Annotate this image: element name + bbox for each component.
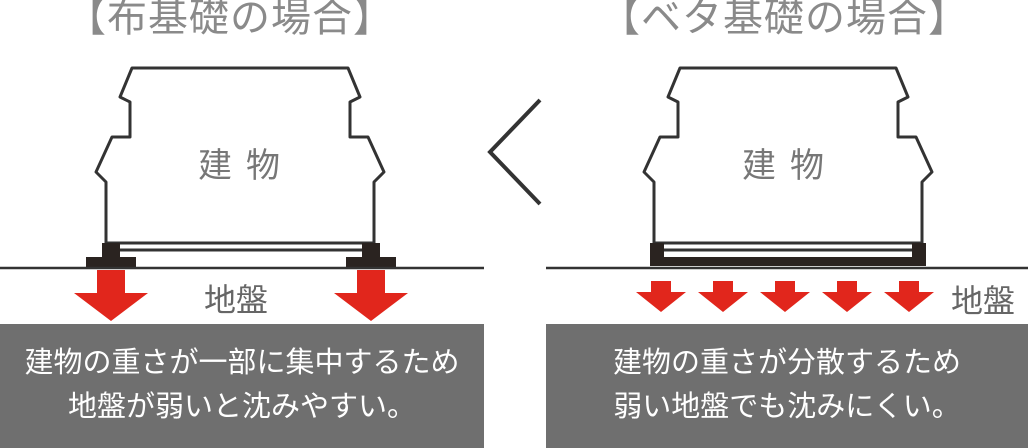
caption-box-right: 建物の重さが分散するため 弱い地盤でも沈みにくい。 (546, 324, 1028, 448)
mat-foundation-slab (650, 257, 926, 266)
title-strip-foundation: 【布基礎の場合】 (66, 0, 394, 41)
strip-footing-left-a-base (86, 257, 136, 267)
building-label-left: 建物 (198, 146, 294, 186)
less-than-symbol (487, 98, 542, 206)
arrow-down-left-2 (334, 270, 408, 321)
caption-left-line1: 建物の重さが一部に集中するため (24, 345, 460, 379)
ground-label-right: 地盤 (951, 282, 1016, 320)
arrow-down-right-1 (636, 281, 686, 312)
arrow-down-right-4 (822, 281, 872, 312)
caption-right-line1: 建物の重さが分散するため (612, 345, 961, 379)
strip-footing-left-a (102, 243, 120, 257)
caption-right-line2: 弱い地盤でも沈みにくい。 (613, 389, 961, 423)
ground-label-left: 地盤 (204, 281, 269, 319)
arrow-down-left-1 (74, 270, 148, 321)
arrow-down-right-5 (884, 281, 934, 312)
arrow-down-right-3 (760, 281, 810, 312)
building-label-right: 建物 (742, 146, 838, 186)
caption-left-line2: 地盤が弱いと沈みやすい。 (67, 389, 416, 423)
strip-footing-left-b-base (346, 257, 396, 267)
caption-box-left: 建物の重さが一部に集中するため 地盤が弱いと沈みやすい。 (0, 324, 484, 448)
arrow-down-right-2 (698, 281, 748, 312)
strip-footing-left-b (362, 243, 380, 257)
title-mat-foundation: 【ベタ基礎の場合】 (600, 0, 969, 41)
